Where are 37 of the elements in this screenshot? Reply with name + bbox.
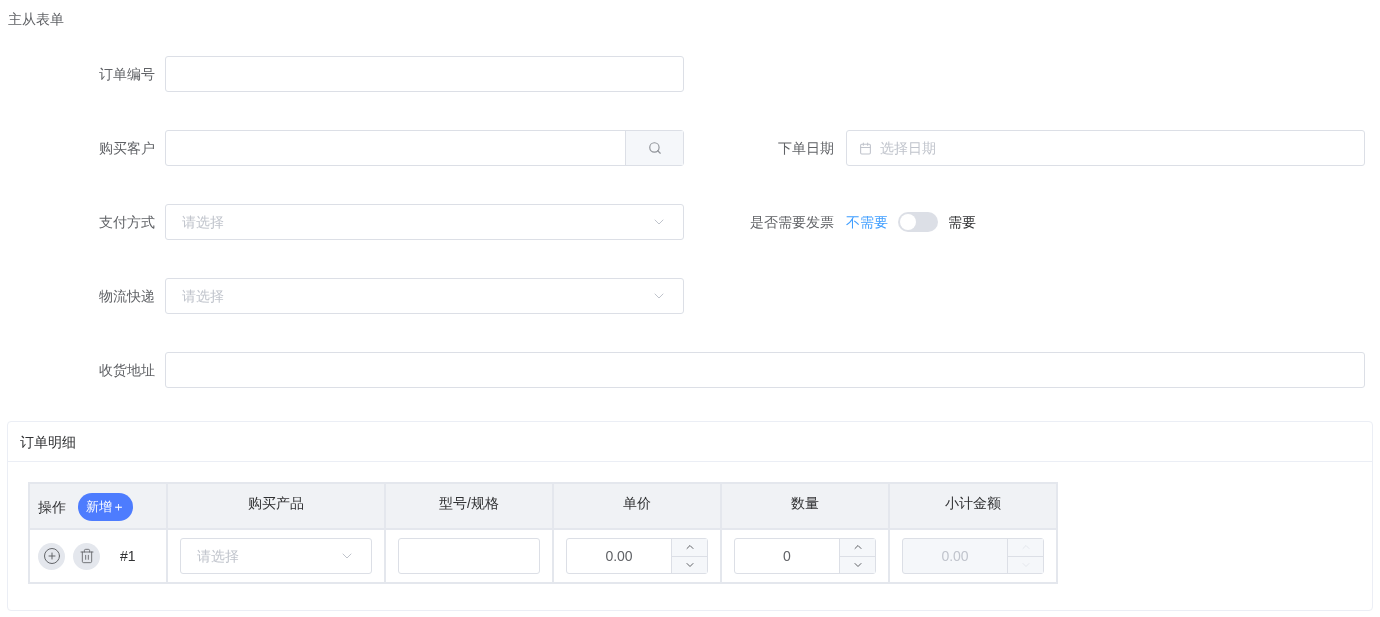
calendar-icon xyxy=(859,141,872,155)
search-field[interactable] xyxy=(165,130,684,166)
search-icon xyxy=(647,141,662,155)
text-field[interactable] xyxy=(165,352,1365,388)
switch-on-label: 需要 xyxy=(948,213,976,232)
number-field[interactable]: 0 xyxy=(734,538,876,574)
column-header: 购买产品 xyxy=(248,495,304,511)
row-index: #1 xyxy=(120,547,136,566)
delete-row-button[interactable] xyxy=(73,542,100,570)
field-label: 物流快递 xyxy=(98,287,155,306)
field-label: 订单编号 xyxy=(98,65,155,84)
switch-off-label: 不需要 xyxy=(846,213,888,232)
trash-icon xyxy=(78,548,95,564)
page-title: 主从表单 xyxy=(7,10,65,29)
search-button[interactable] xyxy=(625,131,683,165)
text-field[interactable] xyxy=(165,56,684,92)
number-field[interactable]: 0.00 xyxy=(566,538,708,574)
select-field[interactable]: 请选择 xyxy=(180,538,372,574)
card-title: 订单明细 xyxy=(8,422,1372,462)
column-header: 单价 xyxy=(623,495,651,511)
add-row-button[interactable] xyxy=(38,542,65,570)
column-header: 型号/规格 xyxy=(439,495,499,511)
text-field[interactable] xyxy=(398,538,540,574)
field-label: 购买客户 xyxy=(98,139,155,158)
add-button[interactable]: 新增＋ xyxy=(78,493,133,521)
field-label: 是否需要发票 xyxy=(749,213,834,232)
toggle-switch[interactable] xyxy=(898,212,938,232)
field-label: 下单日期 xyxy=(777,139,834,158)
select-field[interactable]: 请选择 xyxy=(165,278,684,314)
select-field[interactable]: 请选择 xyxy=(165,204,684,240)
field-label: 收货地址 xyxy=(98,361,155,380)
field-label: 支付方式 xyxy=(98,213,155,232)
plus-circle-icon xyxy=(42,547,61,565)
column-header: 操作 xyxy=(38,498,66,517)
date-field[interactable]: 选择日期 xyxy=(846,130,1365,166)
column-header: 小计金额 xyxy=(945,495,1001,511)
column-header: 数量 xyxy=(791,495,819,511)
